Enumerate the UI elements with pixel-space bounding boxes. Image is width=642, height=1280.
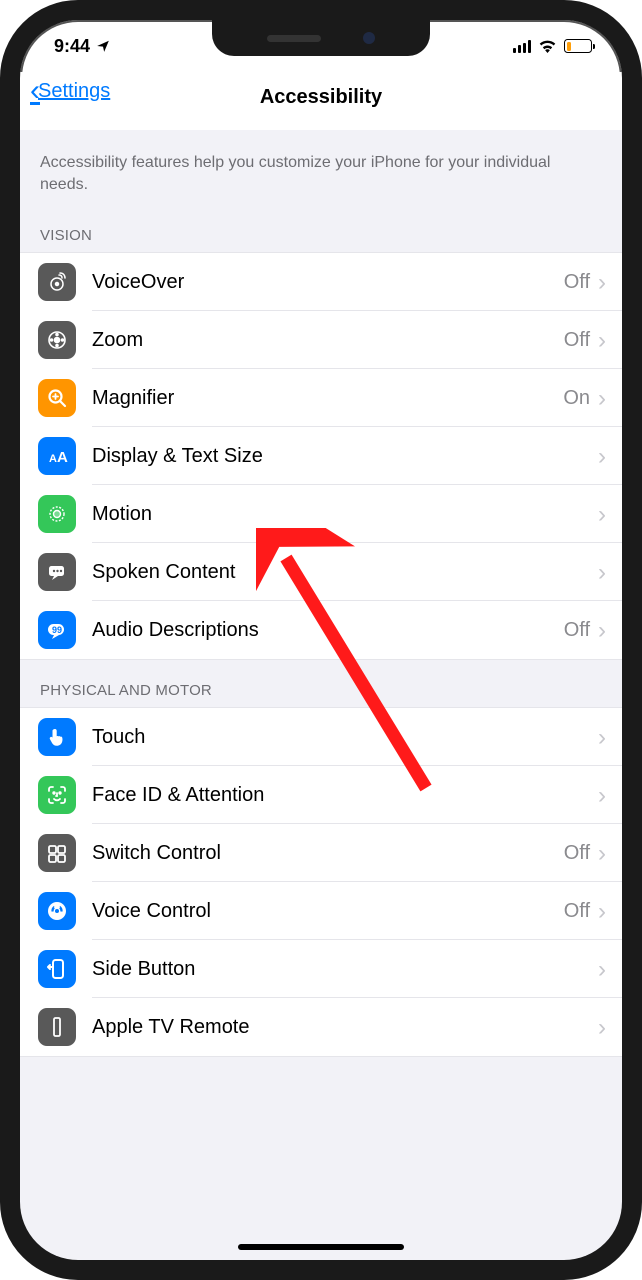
svg-text:A: A: [57, 449, 68, 466]
section-header-motor: PHYSICAL AND MOTOR: [20, 660, 622, 707]
row-value: Off: [564, 842, 590, 865]
row-display-text-size[interactable]: AA Display & Text Size ›: [20, 427, 622, 485]
row-label: Magnifier: [92, 387, 563, 410]
chevron-right-icon: ›: [598, 619, 606, 643]
row-faceid[interactable]: Face ID & Attention ›: [20, 766, 622, 824]
row-label: Face ID & Attention: [92, 784, 590, 807]
row-label: Zoom: [92, 329, 564, 352]
section-header-vision: VISION: [20, 205, 622, 252]
svg-text:A: A: [49, 453, 57, 465]
apple-tv-icon: [38, 1008, 76, 1046]
row-audio-descriptions[interactable]: 99 Audio Descriptions Off ›: [20, 601, 622, 659]
chevron-right-icon: ›: [598, 271, 606, 295]
section-description: Accessibility features help you customiz…: [20, 130, 622, 205]
svg-text:99: 99: [52, 625, 62, 635]
row-voice-control[interactable]: Voice Control Off ›: [20, 882, 622, 940]
chevron-right-icon: ›: [598, 1016, 606, 1040]
chevron-right-icon: ›: [598, 958, 606, 982]
chevron-right-icon: ›: [598, 329, 606, 353]
row-value: Off: [564, 900, 590, 923]
faceid-icon: [38, 776, 76, 814]
row-label: Spoken Content: [92, 561, 590, 584]
motion-icon: [38, 495, 76, 533]
battery-icon: [564, 39, 592, 53]
status-time: 9:44: [54, 36, 90, 57]
chevron-right-icon: ›: [598, 726, 606, 750]
settings-content[interactable]: Accessibility features help you customiz…: [20, 130, 622, 1260]
row-label: VoiceOver: [92, 271, 564, 294]
list-motor: Touch › Face ID & Attention › Switch Con…: [20, 707, 622, 1057]
chevron-right-icon: ›: [598, 842, 606, 866]
chevron-right-icon: ›: [598, 387, 606, 411]
wifi-icon: [538, 39, 557, 53]
chevron-right-icon: ›: [598, 784, 606, 808]
row-label: Voice Control: [92, 900, 564, 923]
row-switch-control[interactable]: Switch Control Off ›: [20, 824, 622, 882]
row-label: Display & Text Size: [92, 445, 590, 468]
switch-control-icon: [38, 834, 76, 872]
voiceover-icon: [38, 263, 76, 301]
home-indicator[interactable]: [238, 1244, 404, 1250]
row-value: Off: [564, 619, 590, 642]
row-label: Audio Descriptions: [92, 619, 564, 642]
chevron-right-icon: ›: [598, 900, 606, 924]
audio-descriptions-icon: 99: [38, 611, 76, 649]
list-vision: VoiceOver Off › Zoom Off › Magnifier On …: [20, 252, 622, 660]
back-label: Settings: [38, 80, 110, 103]
magnifier-icon: [38, 379, 76, 417]
side-button-icon: [38, 950, 76, 988]
row-zoom[interactable]: Zoom Off ›: [20, 311, 622, 369]
text-size-icon: AA: [38, 437, 76, 475]
iphone-frame: 9:44 ‹ Settings Accessibility Accessibil…: [0, 0, 642, 1280]
spoken-content-icon: [38, 553, 76, 591]
row-value: Off: [564, 271, 590, 294]
row-label: Side Button: [92, 958, 590, 981]
row-magnifier[interactable]: Magnifier On ›: [20, 369, 622, 427]
row-label: Motion: [92, 503, 590, 526]
row-value: Off: [564, 329, 590, 352]
chevron-right-icon: ›: [598, 503, 606, 527]
cellular-icon: [513, 40, 532, 53]
row-spoken-content[interactable]: Spoken Content ›: [20, 543, 622, 601]
location-icon: [96, 39, 110, 53]
zoom-icon: [38, 321, 76, 359]
back-button[interactable]: ‹ Settings: [30, 76, 110, 106]
row-touch[interactable]: Touch ›: [20, 708, 622, 766]
row-label: Touch: [92, 726, 590, 749]
voice-control-icon: [38, 892, 76, 930]
nav-bar: ‹ Settings Accessibility: [20, 72, 622, 130]
row-label: Switch Control: [92, 842, 564, 865]
chevron-right-icon: ›: [598, 561, 606, 585]
row-value: On: [563, 387, 590, 410]
row-label: Apple TV Remote: [92, 1016, 590, 1039]
row-side-button[interactable]: Side Button ›: [20, 940, 622, 998]
row-motion[interactable]: Motion ›: [20, 485, 622, 543]
row-apple-tv-remote[interactable]: Apple TV Remote ›: [20, 998, 622, 1056]
touch-icon: [38, 718, 76, 756]
row-voiceover[interactable]: VoiceOver Off ›: [20, 253, 622, 311]
chevron-right-icon: ›: [598, 445, 606, 469]
notch: [212, 20, 430, 56]
page-title: Accessibility: [260, 86, 382, 109]
